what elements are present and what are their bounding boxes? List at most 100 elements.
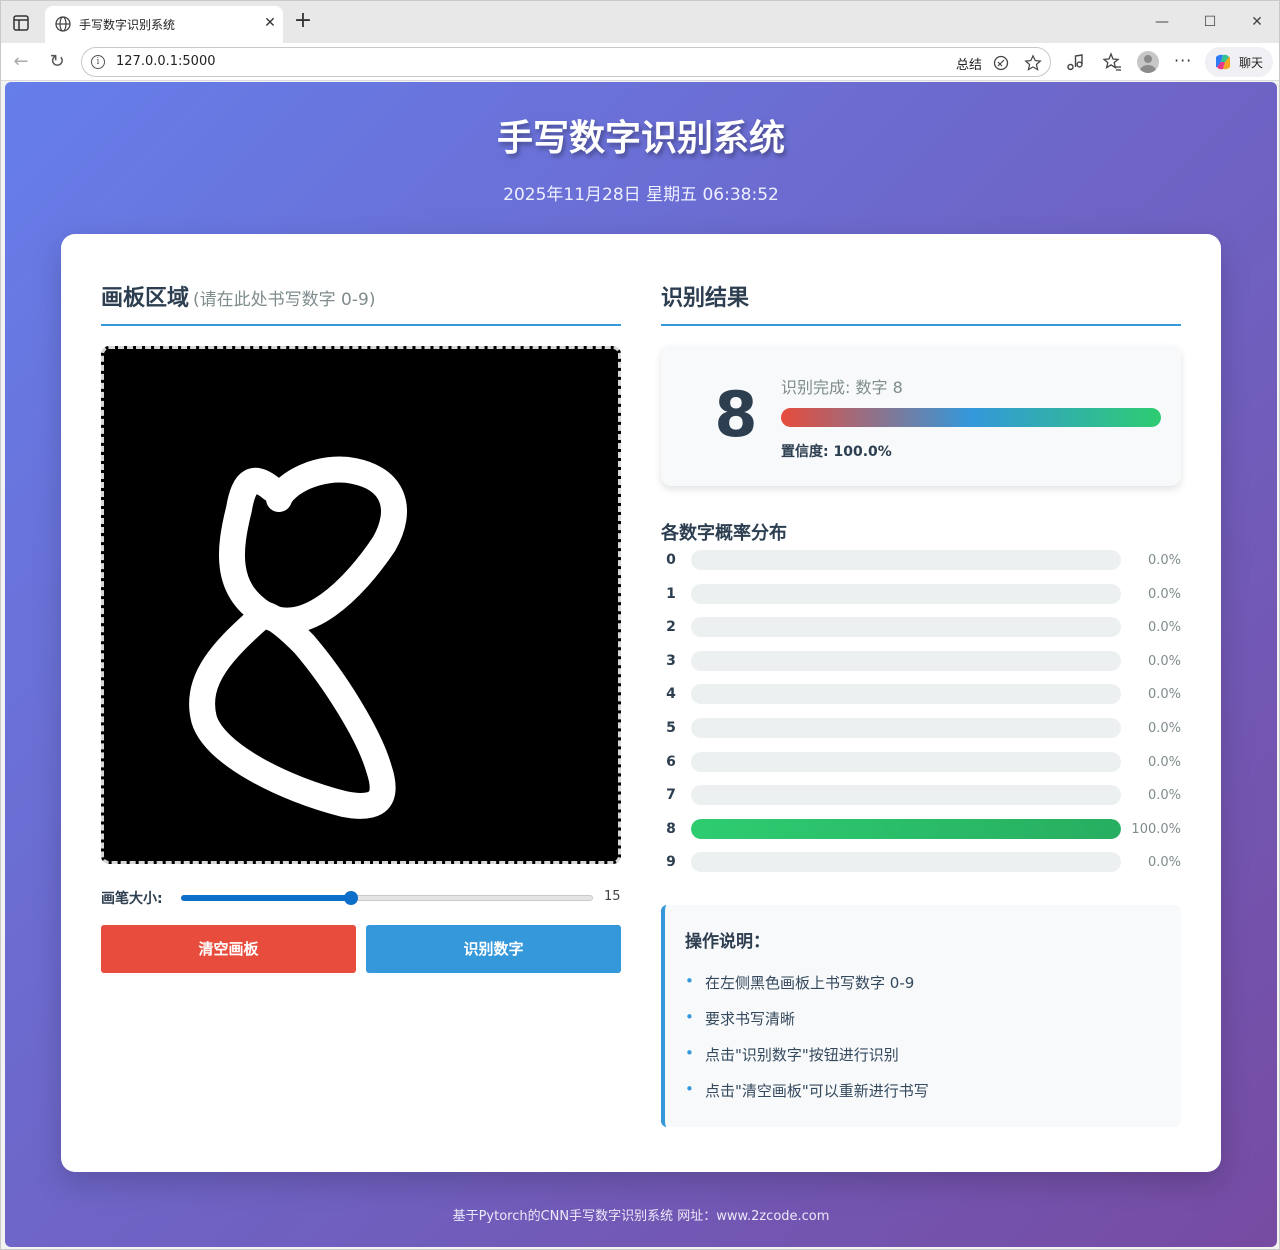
close-tab-icon[interactable]: ✕ [263, 16, 277, 30]
probability-track [691, 684, 1121, 705]
probability-row: 6 0.0% [661, 751, 1181, 775]
probability-track [691, 583, 1121, 604]
more-options-icon[interactable]: ··· [1174, 51, 1192, 70]
pen-size-value: 15 [604, 889, 621, 904]
help-item: 点击"识别数字"按钮进行识别 [685, 1044, 899, 1065]
result-box: 8 识别完成: 数字 8 置信度: 100.0% [661, 346, 1181, 486]
probability-value: 0.0% [1147, 653, 1181, 669]
read-aloud-icon[interactable] [1067, 52, 1087, 72]
tab-title: 手写数字识别系统 [79, 18, 176, 32]
probability-value: 0.0% [1147, 687, 1181, 703]
reload-icon[interactable]: ↻ [46, 51, 68, 73]
probability-digit: 2 [666, 619, 676, 636]
tab-actions-icon[interactable] [11, 13, 31, 33]
probability-track [691, 751, 1121, 772]
probability-digit: 3 [666, 652, 676, 669]
summary-icon[interactable] [992, 54, 1010, 72]
probability-digit: 5 [666, 720, 676, 736]
summary-button[interactable]: 总结 [956, 54, 982, 73]
probability-row: 3 0.0% [661, 650, 1181, 674]
page-footer: 基于Pytorch的CNN手写数字识别系统 网址：www.2zcode.com [452, 1209, 830, 1224]
probability-track [691, 617, 1121, 638]
pen-size-label: 画笔大小: [101, 891, 163, 907]
page-datetime: 2025年11月28日 星期五 06:38:52 [503, 185, 779, 205]
confidence-bar [781, 408, 1161, 427]
probability-fill [691, 818, 1121, 839]
probability-row: 2 0.0% [661, 616, 1181, 640]
profile-avatar[interactable] [1137, 51, 1159, 73]
canvas-subtitle: (请在此处书写数字 0-9) [193, 290, 376, 310]
probability-row: 4 0.0% [661, 683, 1181, 707]
probability-value: 0.0% [1147, 788, 1181, 804]
probability-digit: 6 [666, 753, 676, 770]
canvas-section-header: 画板区域 (请在此处书写数字 0-9) [101, 278, 621, 326]
probability-track [691, 852, 1121, 873]
probability-row: 1 0.0% [661, 583, 1181, 607]
back-icon[interactable]: ← [10, 51, 32, 73]
site-info-icon[interactable]: i [91, 55, 105, 69]
pen-size-row: 画笔大小: 15 [101, 886, 621, 910]
recognize-button[interactable]: 识别数字 [366, 925, 621, 973]
tab-bar: 手写数字识别系统 ✕ + — ☐ ✕ [1, 1, 1279, 43]
probability-digit: 4 [666, 686, 676, 703]
clear-canvas-button[interactable]: 清空画板 [101, 925, 356, 973]
help-item: 要求书写清晰 [685, 1008, 795, 1029]
probability-digit: 7 [666, 787, 676, 804]
probability-row: 8 100.0% [661, 818, 1181, 842]
help-item: 在左侧黑色画板上书写数字 0-9 [685, 972, 914, 993]
slider-thumb[interactable] [343, 891, 358, 905]
probability-value: 0.0% [1147, 721, 1181, 736]
new-tab-icon[interactable]: + [293, 10, 313, 32]
probability-row: 7 0.0% [661, 784, 1181, 808]
browser-window: 手写数字识别系统 ✕ + — ☐ ✕ ← ↻ i 127.0.0.1:5000 … [0, 0, 1280, 1250]
maximize-icon[interactable]: ☐ [1197, 9, 1223, 35]
handwritten-digit-stroke [189, 456, 407, 819]
probability-value: 100.0% [1131, 821, 1181, 837]
probability-digit: 9 [666, 854, 676, 871]
help-box: 操作说明： 在左侧黑色画板上书写数字 0-9 要求书写清晰 点击"识别数字"按钮… [661, 905, 1181, 1127]
copilot-icon [1216, 54, 1230, 70]
copilot-chat-button[interactable]: 聊天 [1205, 47, 1273, 77]
favorites-icon[interactable] [1102, 52, 1122, 72]
distribution-title: 各数字概率分布 [661, 523, 787, 544]
probability-row: 0 0.0% [661, 549, 1181, 573]
confidence-text: 置信度: 100.0% [781, 444, 892, 460]
probability-track [691, 550, 1121, 570]
pen-size-slider[interactable] [181, 891, 593, 905]
favorite-star-icon[interactable] [1024, 54, 1042, 72]
result-status: 识别完成: 数字 8 [781, 378, 903, 397]
chat-label: 聊天 [1239, 56, 1264, 70]
predicted-digit: 8 [714, 378, 758, 451]
help-title: 操作说明： [685, 932, 770, 952]
probability-digit: 0 [666, 552, 676, 568]
result-section-header: 识别结果 [661, 278, 1181, 326]
probability-track [691, 718, 1121, 738]
page-title: 手写数字识别系统 [496, 118, 785, 159]
address-bar[interactable]: i 127.0.0.1:5000 总结 [81, 47, 1051, 77]
probability-value: 0.0% [1147, 553, 1181, 568]
browser-toolbar: ← ↻ i 127.0.0.1:5000 总结 ··· 聊天 [1, 43, 1279, 81]
canvas-section-title: 画板区域 (请在此处书写数字 0-9) [101, 280, 375, 312]
canvas-title: 画板区域 [101, 286, 190, 311]
drawing-canvas[interactable] [101, 346, 621, 864]
close-window-icon[interactable]: ✕ [1244, 9, 1270, 35]
probability-digit: 8 [666, 820, 676, 837]
slider-fill [181, 895, 351, 901]
probability-track [691, 785, 1121, 806]
page-viewport: 手写数字识别系统 2025年11月28日 星期五 06:38:52 画板区域 (请… [5, 82, 1277, 1247]
minimize-icon[interactable]: — [1149, 9, 1175, 35]
result-section-title: 识别结果 [661, 286, 750, 311]
probability-value: 0.0% [1147, 586, 1181, 602]
probability-row: 5 0.0% [661, 717, 1181, 741]
probability-row: 9 0.0% [661, 851, 1181, 875]
probability-value: 0.0% [1147, 855, 1181, 871]
address-url[interactable]: 127.0.0.1:5000 [116, 54, 216, 69]
probability-track [691, 818, 1121, 839]
probability-digit: 1 [666, 585, 676, 602]
main-card: 画板区域 (请在此处书写数字 0-9) 画笔大小: 15 清空画板 识别数字 识… [61, 234, 1221, 1172]
probability-track [691, 650, 1121, 671]
probability-value: 0.0% [1147, 620, 1181, 636]
browser-tab[interactable]: 手写数字识别系统 ✕ [45, 6, 283, 43]
probability-value: 0.0% [1147, 754, 1181, 770]
globe-icon [55, 16, 71, 32]
